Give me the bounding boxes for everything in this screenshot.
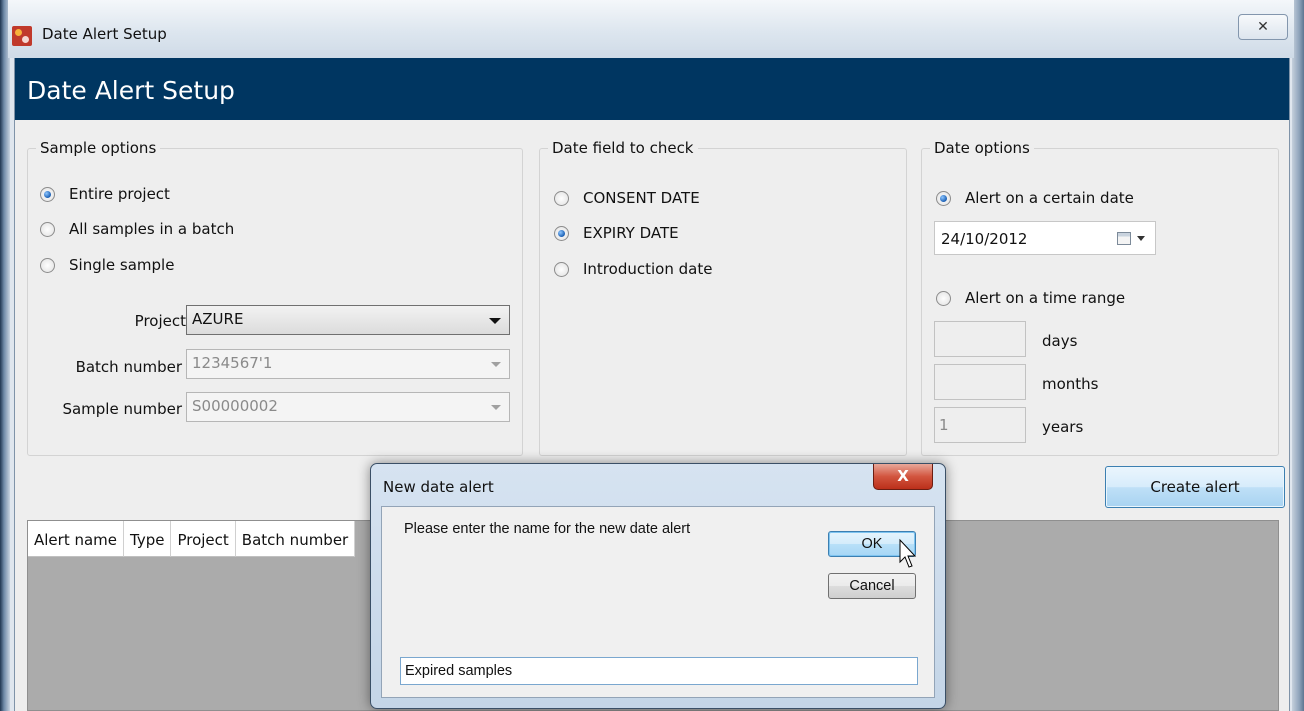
batch-number-select[interactable]: 1234567'1 bbox=[186, 349, 510, 379]
alerts-grid-header: Alert name Type Project Batch number bbox=[28, 521, 356, 557]
years-input[interactable]: 1 bbox=[934, 407, 1026, 443]
project-select[interactable]: AZURE bbox=[186, 305, 510, 335]
radio-introduction-date-indicator[interactable] bbox=[554, 261, 569, 277]
radio-consent-date-label: CONSENT DATE bbox=[583, 189, 700, 207]
column-header-batch-number[interactable]: Batch number bbox=[235, 521, 356, 557]
alert-name-input[interactable]: Expired samples bbox=[400, 657, 918, 685]
radio-introduction-date-label: Introduction date bbox=[583, 260, 713, 278]
app-icon bbox=[12, 26, 32, 46]
radio-all-samples-batch-indicator[interactable] bbox=[40, 221, 55, 237]
radio-entire-project[interactable]: Entire project bbox=[40, 185, 170, 203]
chevron-down-icon bbox=[491, 362, 501, 367]
dialog-body: Please enter the name for the new date a… bbox=[381, 506, 935, 698]
days-label: days bbox=[1042, 332, 1078, 350]
chevron-down-icon bbox=[489, 318, 501, 324]
radio-expiry-date-indicator[interactable] bbox=[554, 225, 569, 241]
window-right-border bbox=[1292, 0, 1304, 711]
date-field-legend: Date field to check bbox=[548, 139, 698, 157]
alert-date-picker[interactable]: 24/10/2012 bbox=[934, 221, 1156, 255]
batch-number-label: Batch number bbox=[75, 358, 182, 376]
column-header-project[interactable]: Project bbox=[171, 521, 236, 557]
calendar-icon[interactable] bbox=[1117, 232, 1131, 245]
date-options-legend: Date options bbox=[930, 139, 1034, 157]
sample-options-legend: Sample options bbox=[36, 139, 161, 157]
column-header-type[interactable]: Type bbox=[124, 521, 172, 557]
radio-all-samples-batch[interactable]: All samples in a batch bbox=[40, 220, 234, 238]
sample-number-select[interactable]: S00000002 bbox=[186, 392, 510, 422]
column-header-alert-name[interactable]: Alert name bbox=[28, 521, 125, 557]
sample-options-group: Sample options Entire project All sample… bbox=[27, 139, 523, 456]
alert-date-value: 24/10/2012 bbox=[941, 230, 1028, 248]
months-label: months bbox=[1042, 375, 1099, 393]
date-options-group: Date options Alert on a certain date 24/… bbox=[921, 139, 1279, 456]
dialog-close-button[interactable]: X bbox=[873, 464, 933, 490]
radio-consent-date-indicator[interactable] bbox=[554, 190, 569, 206]
project-label: Project bbox=[134, 312, 186, 330]
sample-number-label: Sample number bbox=[62, 400, 182, 418]
radio-time-range-indicator[interactable] bbox=[936, 290, 951, 306]
months-input[interactable] bbox=[934, 364, 1026, 400]
create-alert-button[interactable]: Create alert bbox=[1105, 466, 1285, 508]
radio-single-sample-indicator[interactable] bbox=[40, 257, 55, 273]
radio-certain-date-indicator[interactable] bbox=[936, 190, 951, 206]
radio-time-range[interactable]: Alert on a time range bbox=[936, 289, 1125, 307]
years-label: years bbox=[1042, 418, 1084, 436]
radio-entire-project-indicator[interactable] bbox=[40, 186, 55, 202]
radio-introduction-date[interactable]: Introduction date bbox=[554, 260, 712, 278]
dialog-title: New date alert bbox=[383, 478, 494, 496]
radio-certain-date[interactable]: Alert on a certain date bbox=[936, 189, 1134, 207]
window-titlebar: Date Alert Setup ✕ bbox=[8, 0, 1294, 58]
window-title: Date Alert Setup bbox=[42, 25, 167, 43]
radio-time-range-label: Alert on a time range bbox=[965, 289, 1126, 307]
date-field-group: Date field to check CONSENT DATE EXPIRY … bbox=[539, 139, 907, 456]
project-select-value: AZURE bbox=[192, 310, 244, 328]
mouse-pointer-icon bbox=[899, 538, 917, 568]
radio-expiry-date-label: EXPIRY DATE bbox=[583, 224, 679, 242]
batch-number-value: 1234567'1 bbox=[192, 354, 273, 372]
cancel-button[interactable]: Cancel bbox=[828, 573, 916, 599]
radio-consent-date[interactable]: CONSENT DATE bbox=[554, 189, 700, 207]
radio-all-samples-batch-label: All samples in a batch bbox=[69, 220, 235, 238]
window-close-button[interactable]: ✕ bbox=[1238, 14, 1288, 40]
dialog-prompt: Please enter the name for the new date a… bbox=[404, 521, 691, 537]
window-left-border bbox=[0, 0, 10, 711]
radio-expiry-date[interactable]: EXPIRY DATE bbox=[554, 224, 679, 242]
header-banner: Date Alert Setup bbox=[15, 58, 1289, 120]
radio-single-sample[interactable]: Single sample bbox=[40, 256, 174, 274]
page-title: Date Alert Setup bbox=[27, 76, 235, 105]
radio-entire-project-label: Entire project bbox=[69, 185, 170, 203]
chevron-down-icon bbox=[491, 405, 501, 410]
radio-certain-date-label: Alert on a certain date bbox=[965, 189, 1134, 207]
days-input[interactable] bbox=[934, 321, 1026, 357]
chevron-down-icon[interactable] bbox=[1137, 236, 1145, 241]
sample-number-value: S00000002 bbox=[192, 397, 278, 415]
new-date-alert-dialog: New date alert X Please enter the name f… bbox=[370, 463, 946, 709]
radio-single-sample-label: Single sample bbox=[69, 256, 175, 274]
